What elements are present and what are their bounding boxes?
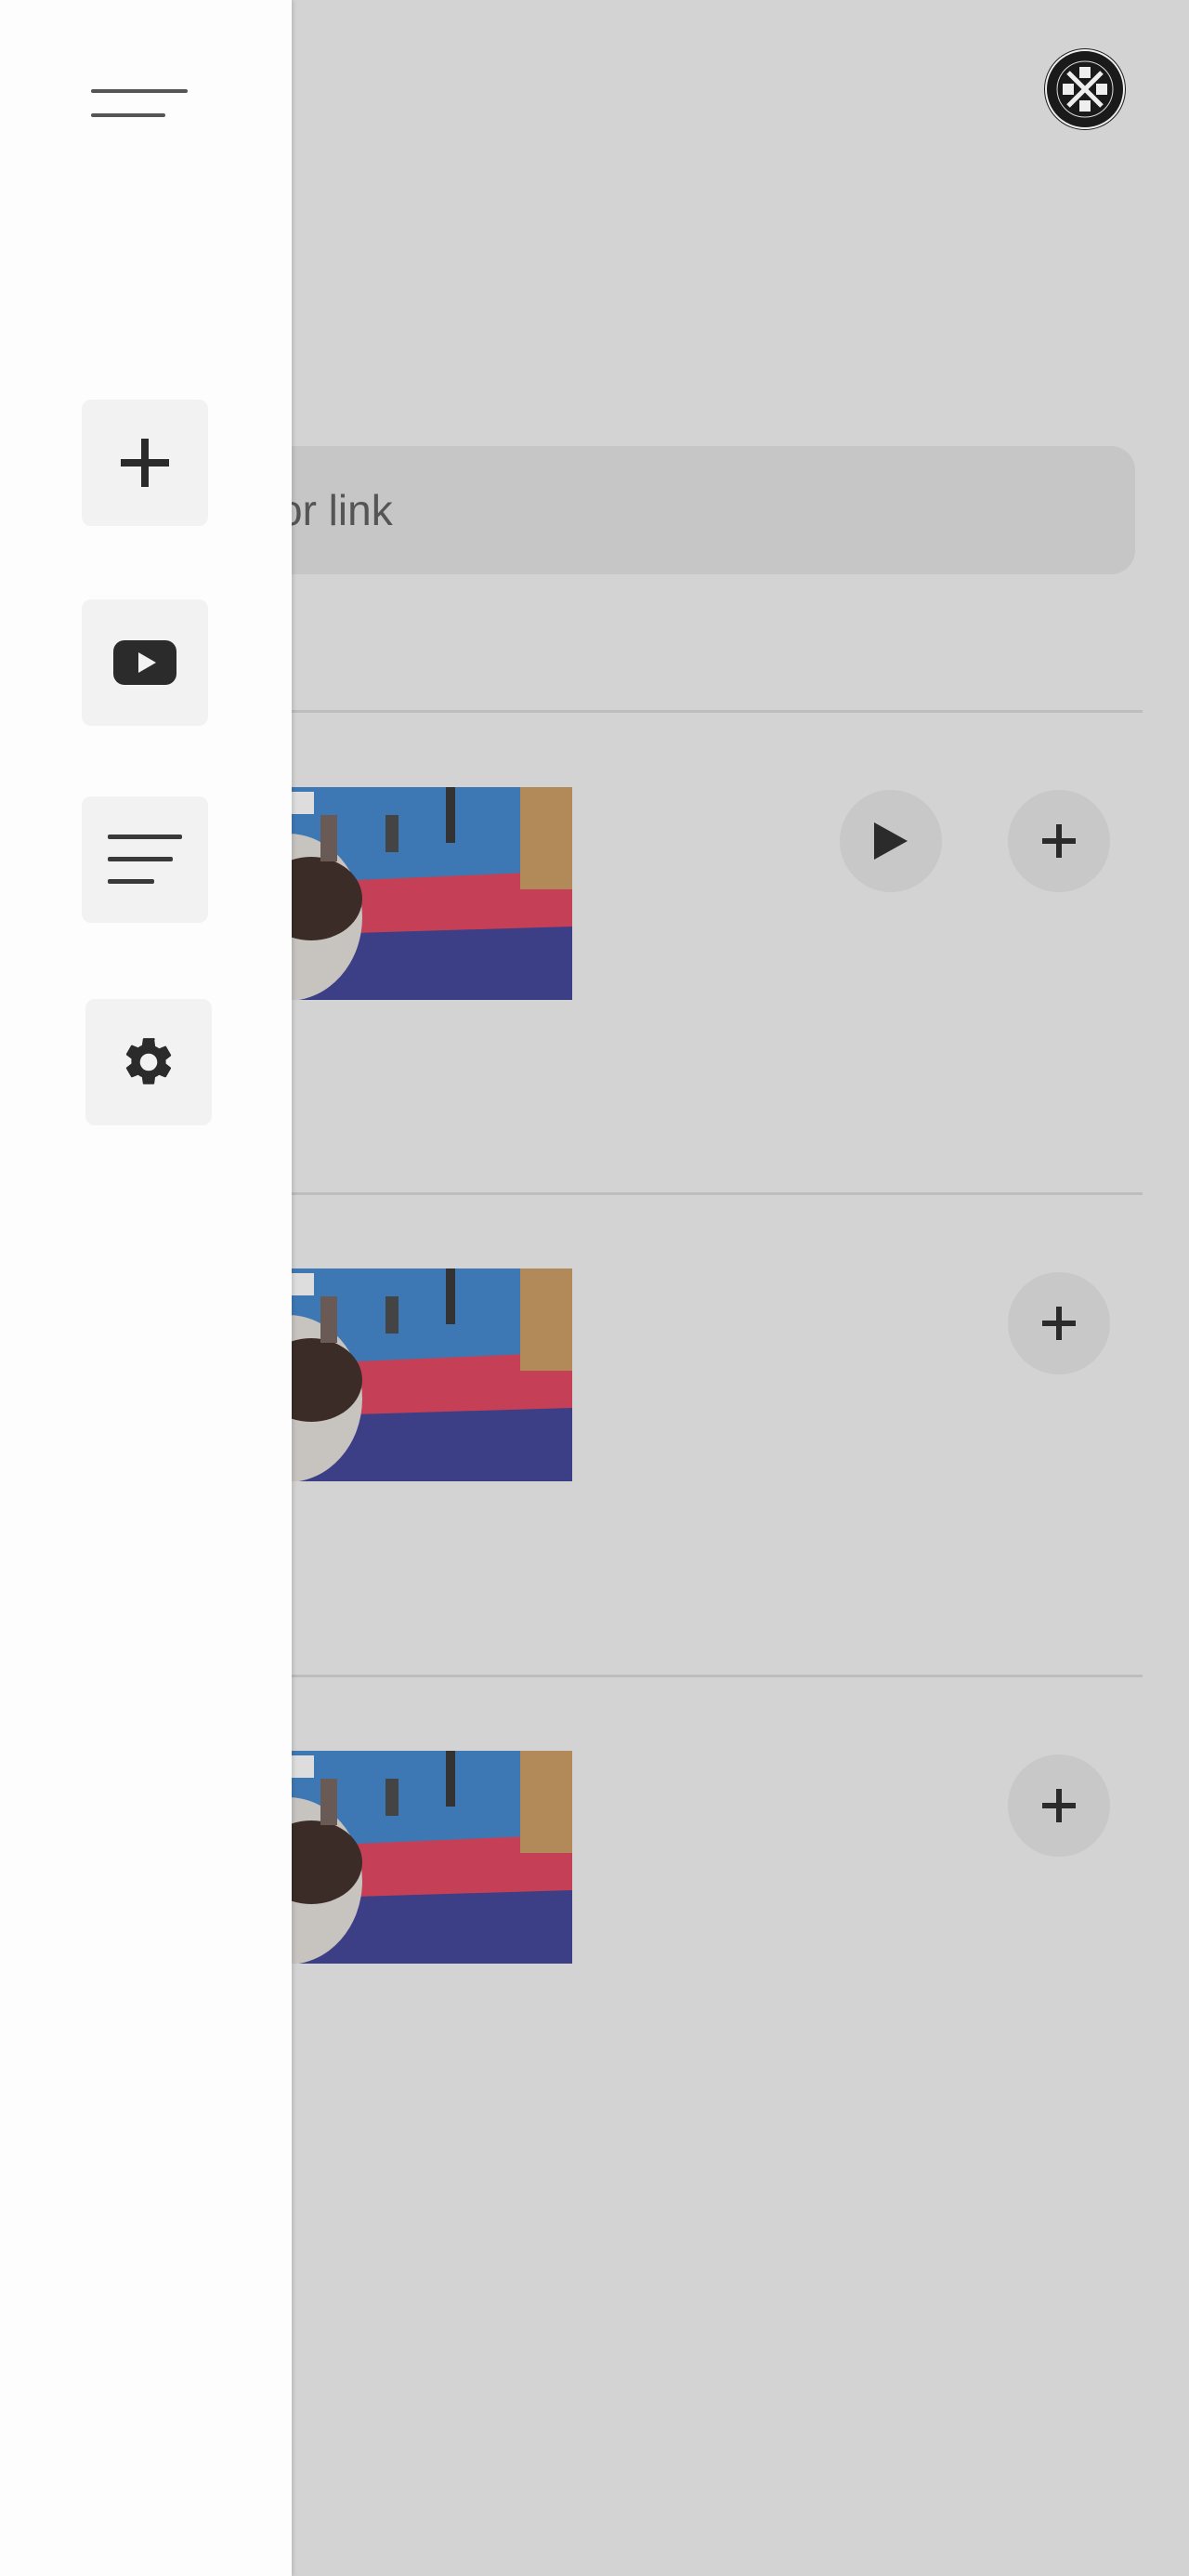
gear-icon	[125, 1038, 172, 1084]
add-to-queue-button[interactable]	[1008, 1272, 1110, 1374]
navigation-drawer	[0, 0, 292, 2576]
play-icon	[874, 822, 908, 860]
drawer-youtube-button[interactable]	[82, 599, 208, 726]
carpe-diem-logo[interactable]	[1044, 48, 1126, 130]
plus-icon	[1042, 1789, 1076, 1822]
plus-icon	[1042, 824, 1076, 858]
plus-icon	[1042, 1307, 1076, 1340]
drawer-settings-button[interactable]	[85, 999, 212, 1125]
drawer-add-button[interactable]	[82, 400, 208, 526]
add-to-queue-button[interactable]	[1008, 1755, 1110, 1857]
list-icon	[108, 835, 182, 884]
youtube-icon	[113, 640, 176, 685]
play-button[interactable]	[840, 790, 942, 892]
plus-icon	[121, 439, 169, 487]
drawer-list-button[interactable]	[82, 796, 208, 923]
search-placeholder: or link	[279, 486, 393, 534]
menu-icon[interactable]	[91, 87, 188, 119]
add-to-queue-button[interactable]	[1008, 790, 1110, 892]
